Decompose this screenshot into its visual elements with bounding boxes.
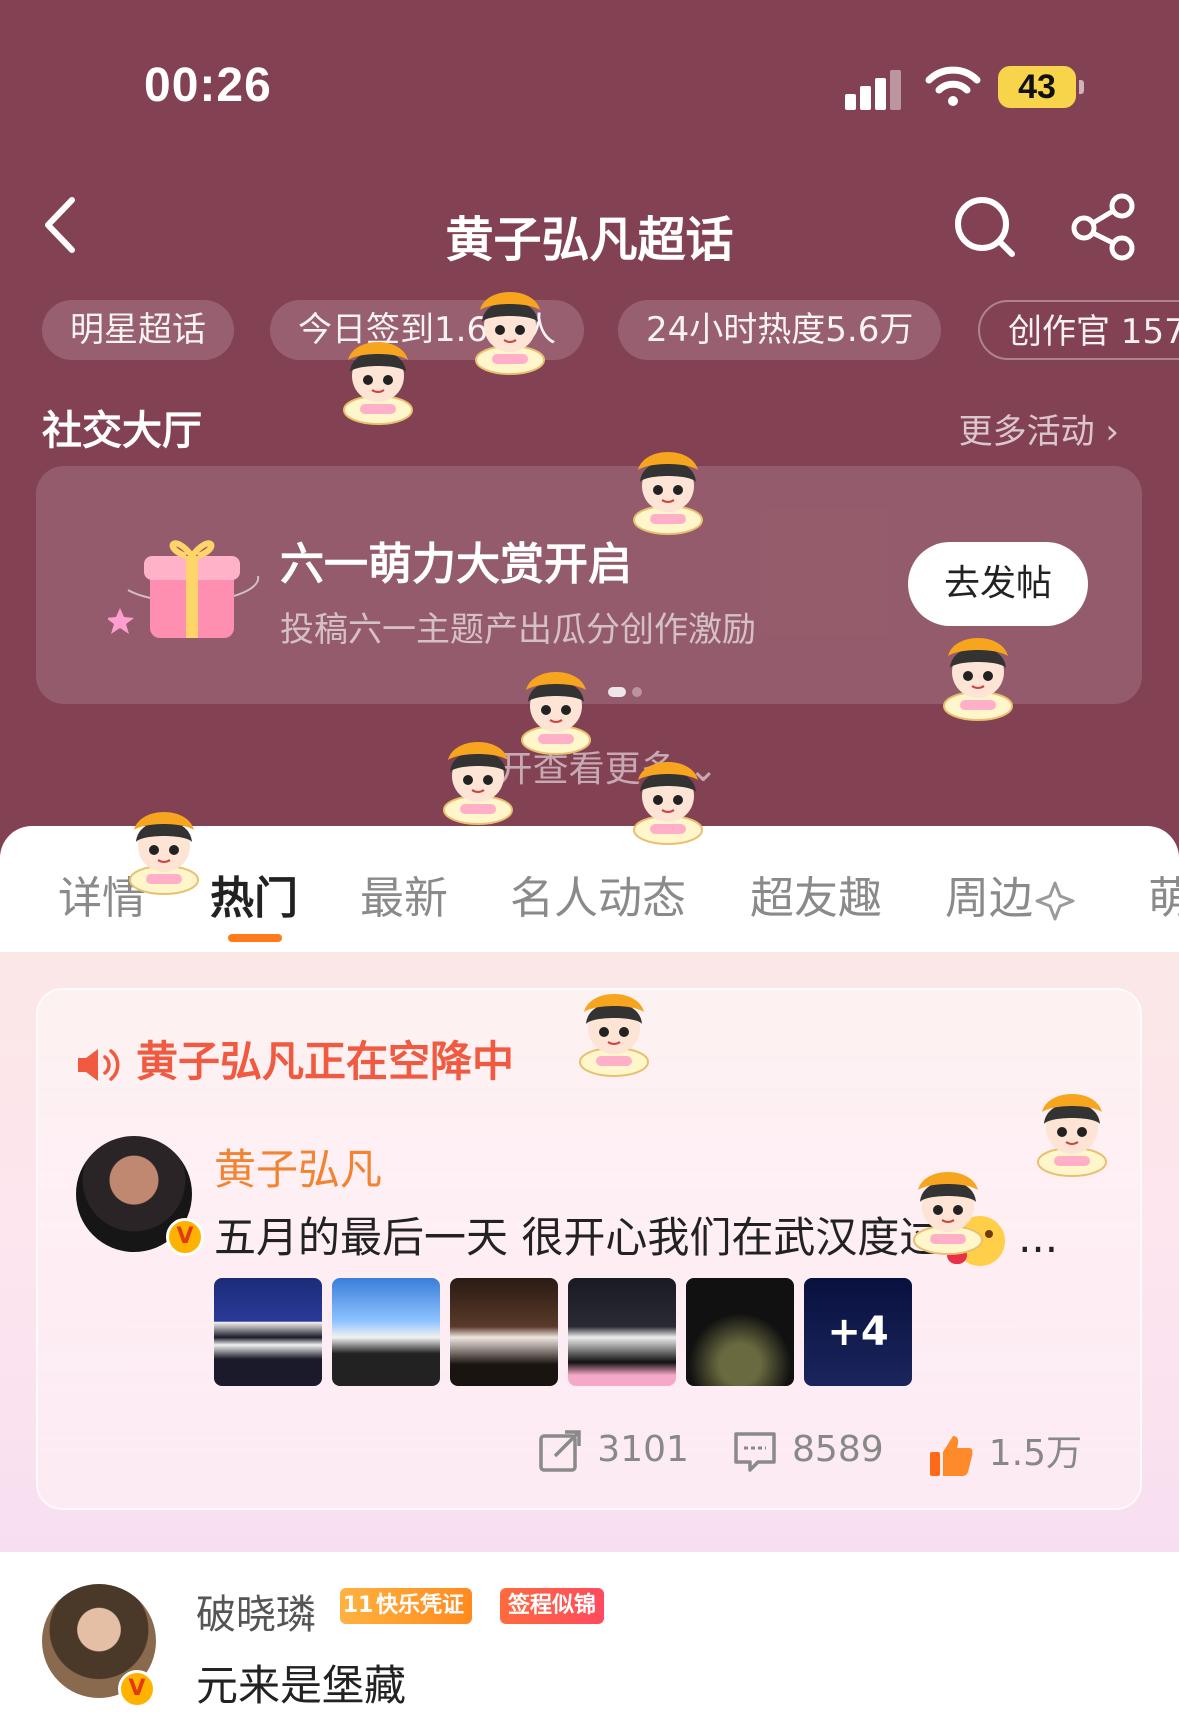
- username[interactable]: 破晓璘: [196, 1582, 316, 1640]
- verified-badge-icon: V: [166, 1218, 204, 1256]
- mascot-sticker: [1037, 1093, 1107, 1177]
- more-activities-link[interactable]: 更多活动 ›: [959, 404, 1119, 453]
- mascot-sticker: [943, 637, 1013, 721]
- promo-subtitle: 投稿六一主题产出瓜分创作激励: [280, 610, 756, 650]
- thumbnail-image[interactable]: [214, 1278, 322, 1386]
- promo-title: 六一萌力大赏开启: [280, 539, 632, 590]
- author-name[interactable]: 黄子弘凡: [214, 1136, 382, 1197]
- airdrop-header: 黄子弘凡正在空降中: [74, 1028, 514, 1089]
- thumbs-up-icon: [929, 1436, 973, 1476]
- chip-star-topic[interactable]: 明星超话: [42, 300, 234, 360]
- thumbnail-image[interactable]: [450, 1278, 558, 1386]
- tab-merch[interactable]: 周边: [945, 862, 1077, 926]
- post-text-body: 五月的最后一天 很开心我们在武汉度过: [214, 1213, 942, 1262]
- more-images-count: +4: [804, 1278, 912, 1386]
- gift-icon: [108, 540, 260, 638]
- status-time: 00:26: [144, 59, 272, 112]
- thumbnail-image[interactable]: [686, 1278, 794, 1386]
- thumbnail-image[interactable]: [332, 1278, 440, 1386]
- sparkle-icon: [1035, 881, 1075, 921]
- level-badge[interactable]: 11 快乐凭证: [340, 1588, 473, 1624]
- tab-merch-label: 周边: [945, 873, 1033, 924]
- mascot-sticker: [475, 291, 545, 375]
- feed-post[interactable]: V 破晓璘 11 快乐凭证 签程似锦 元来是堡藏: [0, 1552, 1179, 1712]
- tab-cute[interactable]: 萌: [1148, 862, 1179, 926]
- repost-button[interactable]: 3101: [537, 1428, 689, 1474]
- airdrop-label: 黄子弘凡正在空降中: [136, 1037, 515, 1086]
- level-number: 11: [342, 1593, 374, 1618]
- mascot-sticker: [633, 451, 703, 535]
- mascot-sticker: [343, 341, 413, 425]
- level-badge-label: 快乐凭证: [376, 1593, 465, 1618]
- thumbnail-image[interactable]: [568, 1278, 676, 1386]
- tab-celebrity[interactable]: 名人动态: [510, 862, 686, 926]
- share-icon[interactable]: [1070, 192, 1140, 262]
- mascot-sticker: [443, 741, 513, 825]
- active-tab-indicator: [228, 934, 282, 942]
- tab-hot[interactable]: 热门: [210, 862, 298, 926]
- comment-button[interactable]: 8589: [732, 1428, 884, 1474]
- verified-badge-icon: V: [118, 1670, 156, 1708]
- tab-latest[interactable]: 最新: [360, 862, 448, 926]
- carousel-dots: [608, 682, 648, 701]
- thumbnail-more[interactable]: +4: [804, 1278, 912, 1386]
- speaker-icon: [78, 1048, 120, 1081]
- mascot-sticker: [633, 761, 703, 845]
- tab-fun[interactable]: 超友趣: [750, 862, 882, 926]
- mascot-sticker: [913, 1171, 983, 1255]
- post-text[interactable]: 元来是堡藏: [196, 1652, 406, 1712]
- mascot-sticker: [579, 993, 649, 1077]
- like-count: 1.5万: [988, 1433, 1082, 1474]
- chip-heat[interactable]: 24小时热度5.6万: [618, 300, 942, 360]
- wifi-icon: [925, 66, 981, 106]
- comment-count: 8589: [792, 1429, 884, 1470]
- like-button[interactable]: 1.5万: [927, 1424, 1082, 1478]
- mascot-sticker: [129, 811, 199, 895]
- battery-indicator: 43: [998, 66, 1084, 108]
- search-icon[interactable]: [950, 192, 1020, 262]
- go-post-button[interactable]: 去发帖: [908, 542, 1088, 626]
- repost-icon: [539, 1430, 582, 1472]
- ellipsis: ...: [1018, 1213, 1059, 1262]
- repost-count: 3101: [597, 1429, 689, 1470]
- chip-creators[interactable]: 创作官 157: [978, 300, 1179, 360]
- cellular-signal-icon: [845, 66, 905, 110]
- post-actions: 3101 8589 1.5万: [499, 1424, 1082, 1476]
- social-hall-title: 社交大厅: [42, 408, 202, 454]
- comment-icon: [734, 1432, 776, 1472]
- title-badge[interactable]: 签程似锦: [500, 1588, 605, 1624]
